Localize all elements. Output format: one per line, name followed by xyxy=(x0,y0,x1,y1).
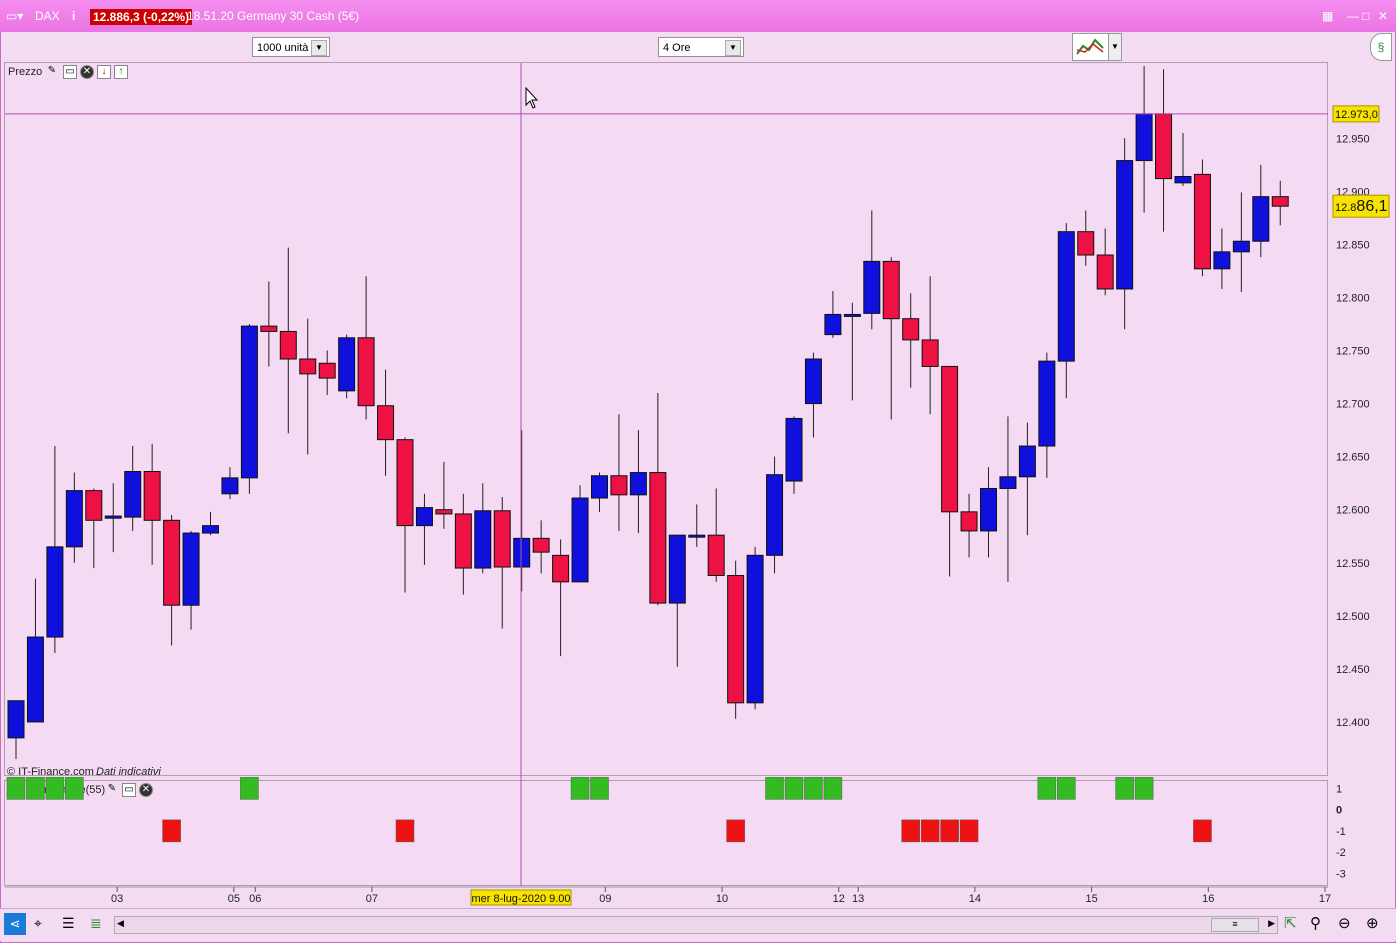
quantity-select[interactable]: 1000 unità ▼ xyxy=(252,37,330,57)
crosshair-icon[interactable]: ⌖ xyxy=(34,915,42,932)
indicator-label: Il Mio Indicatore(55) xyxy=(8,784,106,796)
arrow-up-icon[interactable]: ↑ xyxy=(114,65,128,79)
zoom-fit-icon[interactable]: ⚲ xyxy=(1310,914,1321,932)
timeframe-value: 4 Ore xyxy=(663,42,691,54)
price-panel-label: Prezzo xyxy=(8,66,43,78)
window-menu-icon[interactable]: ▭▾ xyxy=(6,9,23,23)
wrench-icon[interactable]: ✎ xyxy=(106,783,118,795)
side-panel-toggle-icon[interactable]: § xyxy=(1370,33,1392,61)
info-icon[interactable]: i xyxy=(72,9,75,23)
quantity-value: 1000 unità xyxy=(257,42,309,54)
last-price-box: 12.886,3 (-0,22%) xyxy=(90,9,193,25)
price-panel[interactable] xyxy=(4,62,1328,776)
auto-scale-icon[interactable]: ⇱ xyxy=(1284,914,1297,932)
zoom-out-icon[interactable]: ⊖ xyxy=(1338,914,1351,932)
minimize-button[interactable]: — xyxy=(1347,9,1359,23)
chart-type-button[interactable] xyxy=(1072,33,1110,61)
chevron-down-icon[interactable]: ▼ xyxy=(725,40,741,56)
window-icon[interactable]: ▭ xyxy=(63,65,77,79)
layers-icon[interactable]: ≣ xyxy=(90,915,102,932)
indicator-panel[interactable] xyxy=(4,780,1328,886)
timeframe-select[interactable]: 4 Ore ▼ xyxy=(658,37,744,57)
list-icon[interactable]: ☰ xyxy=(62,915,75,932)
close-icon[interactable]: ✕ xyxy=(80,65,94,79)
window-icon[interactable]: ▭ xyxy=(122,783,136,797)
scroll-right-icon[interactable]: ▶ xyxy=(1268,918,1275,929)
title-bar: ▭▾ DAX i 12.886,3 (-0,22%) 18.51.20 Germ… xyxy=(0,0,1396,32)
maximize-button[interactable]: □ xyxy=(1362,9,1369,23)
symbol-name: DAX xyxy=(35,9,60,23)
arrow-down-icon[interactable]: ↓ xyxy=(97,65,111,79)
close-icon[interactable]: ✕ xyxy=(139,783,153,797)
chevron-down-icon[interactable]: ▼ xyxy=(311,40,327,56)
horizontal-scrollbar[interactable]: ◀ ≡ ▶ xyxy=(114,916,1278,934)
price-axis[interactable] xyxy=(1328,62,1390,886)
scroll-left-icon[interactable]: ◀ xyxy=(117,918,124,929)
wrench-icon[interactable]: ✎ xyxy=(46,65,58,77)
source-watermark: © IT-Finance.com xyxy=(7,766,94,778)
share-icon[interactable]: ⋖ xyxy=(4,913,26,935)
chart-type-icon xyxy=(1076,38,1104,55)
zoom-in-icon[interactable]: ⊕ xyxy=(1366,914,1379,932)
keyboard-icon[interactable]: ▦ xyxy=(1322,9,1333,23)
chart-type-dropdown[interactable]: ▼ xyxy=(1108,33,1122,61)
instrument-title: 18.51.20 Germany 30 Cash (5€) xyxy=(187,9,360,23)
close-button[interactable]: ✕ xyxy=(1378,9,1388,23)
bottom-toolbar: ⋖ ⌖ ☰ ≣ ◀ ≡ ▶ ⇱ ⚲ ⊖ ⊕ xyxy=(0,908,1396,941)
data-note: Dati indicativi xyxy=(96,766,161,778)
scroll-thumb[interactable]: ≡ xyxy=(1211,918,1259,932)
